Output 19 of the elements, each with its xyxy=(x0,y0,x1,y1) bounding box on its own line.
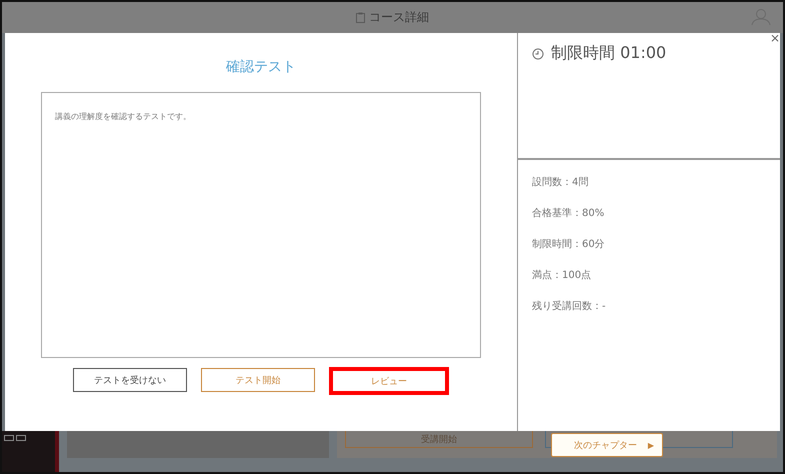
info-line: 満点：100点 xyxy=(532,268,592,282)
dialog-button[interactable]: テストを受けない xyxy=(73,368,187,392)
time-limit: 制限時間 01:00 xyxy=(551,43,666,64)
info-line: 残り受講回数：- xyxy=(532,300,607,313)
dialog-button[interactable]: レビュー xyxy=(329,367,449,395)
play-icon: ▶ xyxy=(648,440,654,450)
close-button[interactable]: × xyxy=(770,31,780,45)
header-title: コース詳細 xyxy=(369,9,429,26)
next-chapter-button[interactable]: 次のチャプター ▶ xyxy=(551,433,663,457)
clock-icon xyxy=(532,48,544,60)
clipboard-icon xyxy=(356,12,365,23)
info-line: 制限時間：60分 xyxy=(532,238,606,251)
start-button[interactable]: 受講開始 xyxy=(345,431,533,448)
info-line: 設問数：4問 xyxy=(532,176,590,189)
nav-icon xyxy=(4,435,26,441)
description-text: 講義の理解度を確認するテストです。 xyxy=(55,112,191,121)
dialog-title: 確認テスト xyxy=(226,58,296,77)
dialog-button[interactable]: テスト開始 xyxy=(201,368,315,392)
info-line: 合格基準：80% xyxy=(532,206,606,220)
